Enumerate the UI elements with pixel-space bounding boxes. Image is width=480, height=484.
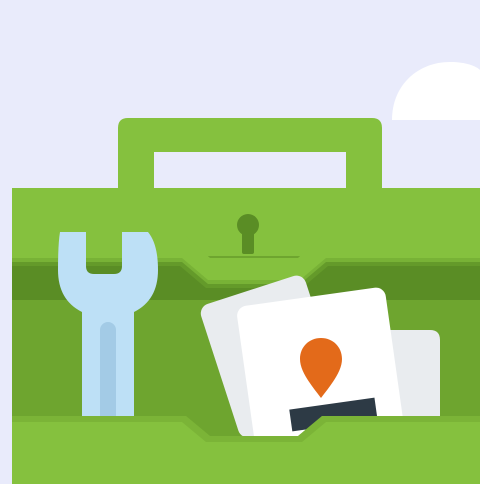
bottom-gap — [0, 468, 12, 484]
toolbox-illustration — [0, 0, 480, 484]
illustration-canvas — [0, 0, 480, 484]
